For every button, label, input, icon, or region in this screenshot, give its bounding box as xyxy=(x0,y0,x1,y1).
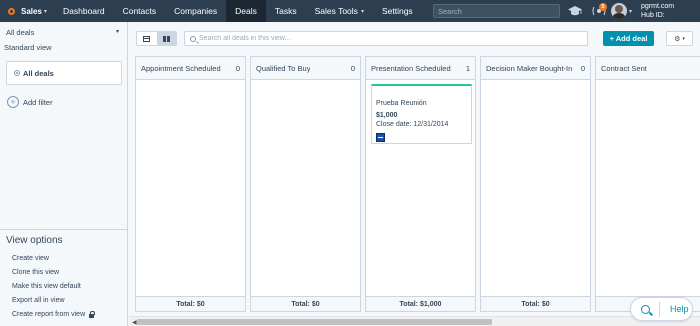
add-deal-button[interactable]: + Add deal xyxy=(603,31,654,46)
scrollbar-thumb[interactable] xyxy=(137,319,492,325)
stage-count: 0 xyxy=(350,63,355,73)
create-view-link[interactable]: Create view xyxy=(12,255,49,262)
stage-title: Qualified To Buy xyxy=(256,63,311,73)
table-icon xyxy=(143,35,151,42)
deal-name[interactable]: Prueba Reunión xyxy=(376,100,427,107)
export-link[interactable]: Export all in view xyxy=(12,297,65,304)
stage-title: Appointment Scheduled xyxy=(141,63,221,73)
stage-header: Presentation Scheduled 1 xyxy=(366,57,475,80)
filter-label: All deals xyxy=(23,68,54,78)
stage-header: Appointment Scheduled 0 xyxy=(136,57,245,80)
stage-count: 0 xyxy=(580,63,585,73)
chevron-down-icon: ▾ xyxy=(682,35,685,42)
view-options-panel: View options Create view Clone this view… xyxy=(0,229,127,326)
stage-count: 1 xyxy=(465,63,470,73)
stage-count: 0 xyxy=(235,63,240,73)
help-widget[interactable]: Help xyxy=(630,297,693,321)
global-search-input[interactable]: Search xyxy=(433,4,560,18)
stage-header: Qualified To Buy 0 xyxy=(251,57,360,80)
add-filter-label: Add filter xyxy=(23,97,53,107)
scroll-left-arrow-icon[interactable]: ◀ xyxy=(132,319,137,326)
chevron-down-icon: ▾ xyxy=(43,8,47,15)
nav-sales-tools-label: Sales Tools xyxy=(314,6,358,16)
chevron-down-icon[interactable]: ▾ xyxy=(629,8,632,15)
company-logo[interactable] xyxy=(376,133,385,142)
stage-column: Appointment Scheduled 0 Total: $0 xyxy=(135,56,246,312)
stage-title: Contract Sent xyxy=(601,63,647,73)
nav-settings[interactable]: Settings xyxy=(373,0,422,22)
board-settings-button[interactable]: ⚙ ▾ xyxy=(666,31,693,46)
help-label: Help xyxy=(670,304,689,314)
gear-icon: ⚙ xyxy=(674,35,681,43)
search-icon xyxy=(641,304,650,314)
create-report-link[interactable]: Create report from view xyxy=(12,311,96,318)
stage-column: Decision Maker Bought-In 0 Total: $0 xyxy=(480,56,591,312)
nav-companies[interactable]: Companies xyxy=(165,0,226,22)
nav-dashboard[interactable]: Dashboard xyxy=(54,0,114,22)
deal-search-input[interactable] xyxy=(199,35,579,42)
stage-total: Total: $1,000 xyxy=(366,296,475,311)
view-toggle xyxy=(136,31,177,46)
plus-circle-icon: + xyxy=(7,96,19,108)
table-view-button[interactable] xyxy=(137,32,157,45)
notification-badge: 5 xyxy=(599,3,607,11)
board-icon xyxy=(162,35,170,42)
nav-sales-tools[interactable]: Sales Tools ▾ xyxy=(306,0,373,22)
stage-column: Qualified To Buy 0 Total: $0 xyxy=(250,56,361,312)
make-default-link[interactable]: Make this view default xyxy=(12,283,81,290)
account-domain: pgrmt.com xyxy=(641,3,675,10)
account-info[interactable]: pgrmt.com Hub ID: xyxy=(641,2,674,20)
stage-total: Total: $0 xyxy=(481,296,590,311)
stage-title: Decision Maker Bought-In xyxy=(486,63,573,73)
create-report-label: Create report from view xyxy=(12,311,86,318)
view-selector[interactable]: All deals xyxy=(6,28,34,37)
chevron-down-icon[interactable]: ▾ xyxy=(116,28,119,35)
deal-close-date: Close date: 12/31/2014 xyxy=(376,121,449,128)
board-view-button[interactable] xyxy=(156,32,176,45)
avatar[interactable] xyxy=(611,3,627,19)
nav-deals[interactable]: Deals xyxy=(226,0,266,22)
stage-column: Contract Sent Total: $0 xyxy=(595,56,700,312)
sidebar: All deals ▾ Standard view All deals + Ad… xyxy=(0,22,128,326)
graduation-cap-icon[interactable] xyxy=(568,5,582,17)
stage-total: Total: $0 xyxy=(136,296,245,311)
nav-tasks[interactable]: Tasks xyxy=(266,0,306,22)
divider xyxy=(659,301,660,317)
horizontal-scrollbar[interactable]: ◀ xyxy=(129,316,700,326)
stage-column: Presentation Scheduled 1 Prueba Reunión … xyxy=(365,56,476,312)
clone-view-link[interactable]: Clone this view xyxy=(12,269,59,276)
view-type-label: Standard view xyxy=(4,43,52,52)
sales-hub-menu[interactable]: Sales ▾ xyxy=(0,0,54,22)
view-options-title: View options xyxy=(6,235,63,246)
lock-icon xyxy=(89,311,96,318)
brand-label: Sales xyxy=(21,6,42,16)
radio-icon xyxy=(14,70,20,76)
stage-header: Decision Maker Bought-In 0 xyxy=(481,57,590,80)
board-toolbar: + Add deal ⚙▾ xyxy=(129,22,700,56)
chevron-down-icon: ▾ xyxy=(360,8,364,15)
deal-board: Appointment Scheduled 0 Total: $0 Qualif… xyxy=(129,56,700,316)
stage-title: Presentation Scheduled xyxy=(371,63,451,73)
stage-header: Contract Sent xyxy=(596,57,700,80)
deal-search xyxy=(184,31,588,46)
hub-id: Hub ID: xyxy=(641,12,665,19)
stage-total: Total: $0 xyxy=(251,296,360,311)
deal-amount: $1,000 xyxy=(376,112,398,119)
deal-card[interactable]: Prueba Reunión $1,000 Close date: 12/31/… xyxy=(371,84,472,144)
hubspot-sprocket-icon xyxy=(6,6,17,17)
nav-contacts[interactable]: Contacts xyxy=(114,0,166,22)
add-filter-button[interactable]: + Add filter xyxy=(7,96,53,108)
filter-all-deals[interactable]: All deals xyxy=(6,61,122,85)
search-icon xyxy=(190,35,196,42)
